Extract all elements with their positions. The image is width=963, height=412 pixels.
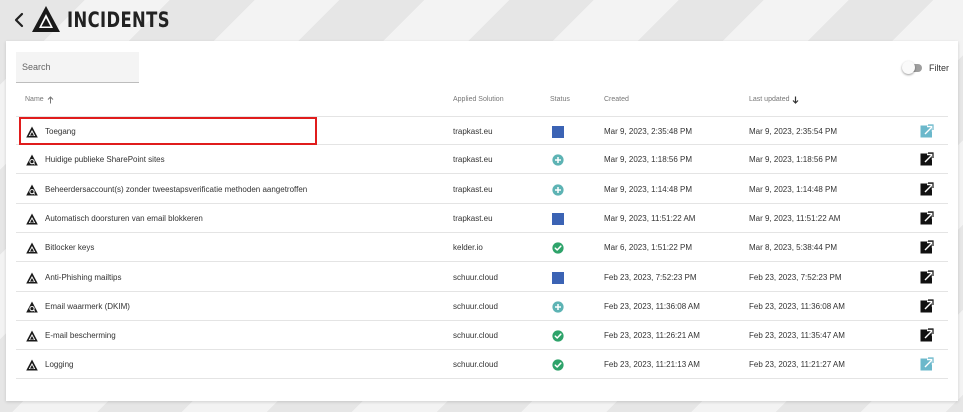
chevron-left-icon[interactable] [10, 9, 28, 31]
created-date: Feb 23, 2023, 7:52:23 PM [604, 272, 697, 282]
applied-solution: trapkast.eu [453, 155, 493, 165]
last-updated-date: Feb 23, 2023, 7:52:23 PM [749, 272, 842, 282]
table-row[interactable]: Beheerdersaccount(s) zonder tweestapsver… [16, 175, 948, 204]
last-updated-date: Feb 23, 2023, 11:36:08 AM [749, 301, 845, 311]
last-updated-date: Mar 9, 2023, 1:18:56 PM [749, 155, 838, 165]
last-updated-date: Mar 8, 2023, 5:38:44 PM [749, 243, 838, 253]
status-plus-icon [552, 300, 564, 313]
table-row[interactable]: Bitlocker keys kelder.io Mar 6, 2023, 1:51… [16, 233, 948, 263]
triangle-search-icon [26, 300, 38, 313]
triangle-alert-icon [26, 241, 38, 254]
status-check-icon [552, 358, 564, 371]
created-date: Mar 9, 2023, 1:18:56 PM [604, 155, 693, 165]
column-header-last-updated-label: Last updated [749, 96, 790, 103]
applied-solution: schuur.cloud [453, 301, 498, 311]
incident-name[interactable]: Email waarmerk (DKIM) [45, 292, 130, 321]
triangle-alert-icon [26, 212, 38, 225]
incident-name[interactable]: Bitlocker keys [45, 233, 94, 262]
open-external-icon[interactable] [920, 181, 934, 196]
last-updated-date: Feb 23, 2023, 11:35:47 AM [749, 331, 845, 341]
column-header-status[interactable]: Status [550, 94, 570, 106]
created-date: Mar 9, 2023, 11:51:22 AM [604, 213, 696, 223]
table-row[interactable]: Automatisch doorsturen van email blokker… [16, 204, 948, 233]
incidents-card: Filter Name Applied Solution Status Crea… [6, 41, 958, 401]
status-check-icon [552, 329, 564, 342]
column-header-name-label: Name [25, 96, 44, 103]
status-square-icon [552, 125, 564, 138]
created-date: Feb 23, 2023, 11:26:21 AM [604, 331, 700, 341]
table-row[interactable]: Logging schuur.cloud Feb 23, 2023, 11:21:1… [16, 350, 948, 380]
applied-solution: trapkast.eu [453, 213, 493, 223]
applied-solution: schuur.cloud [453, 331, 498, 341]
applied-solution: kelder.io [453, 243, 483, 253]
last-updated-date: Mar 9, 2023, 2:35:54 PM [749, 127, 838, 136]
last-updated-date: Feb 23, 2023, 11:21:27 AM [749, 360, 845, 370]
open-external-icon[interactable] [920, 124, 934, 138]
applied-solution: trapkast.eu [453, 127, 493, 136]
status-square-icon [552, 212, 564, 225]
status-check-icon [552, 241, 564, 254]
triangle-logo-icon [32, 6, 60, 32]
highlight-box [19, 117, 317, 145]
last-updated-date: Mar 9, 2023, 1:14:48 PM [749, 184, 838, 194]
table-row[interactable]: Email waarmerk (DKIM) schuur.cloud Feb 23,… [16, 292, 948, 321]
incident-name[interactable]: E-mail bescherming [45, 321, 116, 350]
triangle-alert-icon [26, 329, 38, 342]
created-date: Mar 9, 2023, 2:35:48 PM [604, 127, 693, 136]
applied-solution: schuur.cloud [453, 272, 498, 282]
filter-toggle[interactable] [902, 61, 924, 75]
page-title: INCIDENTS [67, 8, 170, 32]
status-plus-icon [552, 183, 564, 196]
column-header-status-label: Status [550, 96, 570, 103]
column-header-created-label: Created [604, 96, 629, 103]
created-date: Feb 23, 2023, 11:21:13 AM [604, 360, 700, 370]
triangle-search-icon [26, 183, 38, 196]
triangle-search-icon [26, 153, 38, 166]
applied-solution: schuur.cloud [453, 360, 498, 370]
status-square-icon [552, 271, 564, 284]
open-external-icon[interactable] [920, 299, 934, 313]
open-external-icon[interactable] [920, 328, 934, 342]
status-plus-icon [552, 153, 564, 166]
open-external-icon[interactable] [920, 152, 934, 166]
incident-name[interactable]: Beheerdersaccount(s) zonder tweestapsver… [45, 175, 307, 204]
open-external-icon[interactable] [920, 211, 934, 225]
column-header-name[interactable]: Name [25, 94, 54, 106]
created-date: Feb 23, 2023, 11:36:08 AM [604, 301, 700, 311]
toggle-knob [902, 61, 915, 74]
top-bar: INCIDENTS [0, 0, 963, 40]
column-header-solution-label: Applied Solution [453, 96, 504, 103]
created-date: Mar 6, 2023, 1:51:22 PM [604, 243, 693, 253]
incident-name[interactable]: Automatisch doorsturen van email blokker… [45, 204, 203, 233]
open-external-icon[interactable] [920, 357, 934, 371]
filter-control: Filter [902, 61, 949, 75]
filter-label: Filter [929, 63, 949, 73]
column-header-created[interactable]: Created [604, 94, 629, 106]
table-row[interactable]: E-mail bescherming schuur.cloud Feb 23, 20… [16, 321, 948, 351]
table-row[interactable]: Anti-Phishing mailtips schuur.cloud Feb 23… [16, 263, 948, 292]
column-header-last-updated[interactable]: Last updated [749, 94, 799, 106]
table-row[interactable]: Huidige publieke SharePoint sites trapkas… [16, 145, 948, 175]
last-updated-date: Mar 9, 2023, 11:51:22 AM [749, 213, 841, 223]
created-date: Mar 9, 2023, 1:14:48 PM [604, 184, 693, 194]
arrow-up-icon [47, 96, 54, 104]
open-external-icon[interactable] [920, 269, 934, 284]
incident-name[interactable]: Logging [45, 350, 73, 379]
search-input[interactable] [16, 52, 139, 83]
arrow-down-icon [793, 96, 799, 104]
incident-name[interactable]: Anti-Phishing mailtips [45, 263, 121, 292]
applied-solution: trapkast.eu [453, 184, 493, 194]
incident-name[interactable]: Huidige publieke SharePoint sites [45, 145, 165, 174]
open-external-icon[interactable] [920, 240, 934, 254]
triangle-alert-icon [26, 271, 38, 283]
triangle-alert-icon [26, 358, 38, 371]
column-header-solution[interactable]: Applied Solution [453, 94, 504, 106]
